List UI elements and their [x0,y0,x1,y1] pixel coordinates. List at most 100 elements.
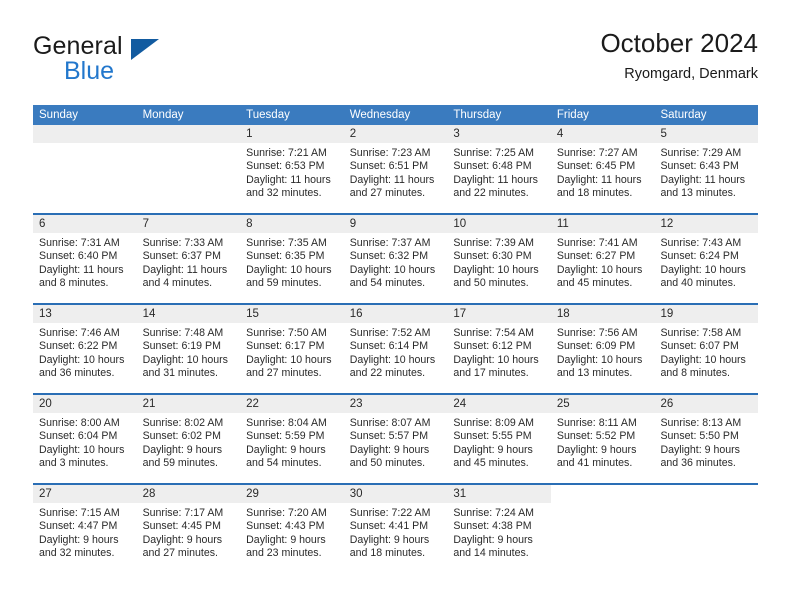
calendar-day-cell[interactable]: 31 Sunrise: 7:24 AM Sunset: 4:38 PM Dayligh… [447,485,551,573]
sunrise-text: Sunrise: 7:20 AM [246,507,327,519]
calendar-day-cell[interactable]: 6 Sunrise: 7:31 AM Sunset: 6:40 PM Daylight… [33,215,137,303]
calendar-day-cell[interactable]: 4 Sunrise: 7:27 AM Sunset: 6:45 PM Daylight… [550,125,655,213]
sunrise-text: Sunrise: 7:41 AM [556,237,638,249]
daylight-text: and 50 minutes. [453,277,529,290]
day-sun-details: Sunrise: 7:22 AM Sunset: 4:41 PM Daylight:… [344,503,448,561]
sunset-text: Sunset: 6:43 PM [660,160,739,173]
daylight-text: and 36 minutes. [660,457,736,470]
calendar-weeks: 1 Sunrise: 7:21 AM Sunset: 6:53 PM Daylight… [33,125,759,573]
daylight-text: Daylight: 11 hours [142,263,228,276]
calendar-day-cell[interactable]: 8 Sunrise: 7:35 AM Sunset: 6:35 PM Daylight… [240,215,344,303]
sunset-text: Sunset: 5:52 PM [556,430,636,443]
day-number: 14 [136,305,241,323]
calendar-grid: Sunday Monday Tuesday Wednesday Thursday Frid… [33,105,759,573]
day-number: 27 [33,485,137,503]
calendar-day-cell[interactable]: 28 Sunrise: 7:17 AM Sunset: 4:45 PM Dayligh… [136,485,241,573]
calendar-day-cell[interactable]: 7 Sunrise: 7:33 AM Sunset: 6:37 PM Daylight… [136,215,241,303]
day-sun-details: Sunrise: 7:27 AM Sunset: 6:45 PM Daylight:… [551,143,655,201]
calendar-week-row: 6 Sunrise: 7:31 AM Sunset: 6:40 PM Daylight… [33,213,759,303]
daylight-text: Daylight: 10 hours [142,353,228,366]
weekday-header-tuesday: Tuesday [246,109,290,121]
daylight-text: Daylight: 10 hours [453,353,539,366]
calendar-day-cell[interactable]: 27 Sunrise: 7:15 AM Sunset: 4:47 PM Dayligh… [33,485,137,573]
day-sun-details: Sunrise: 7:56 AM Sunset: 6:09 PM Daylight:… [551,323,655,381]
day-number [550,485,655,503]
calendar-day-cell[interactable]: 26 Sunrise: 8:13 AM Sunset: 5:50 PM Dayligh… [654,395,759,483]
sunset-text: Sunset: 6:35 PM [246,250,325,263]
calendar-day-cell[interactable]: 23 Sunrise: 8:07 AM Sunset: 5:57 PM Dayligh… [343,395,448,483]
calendar-day-cell[interactable]: 19 Sunrise: 7:58 AM Sunset: 6:07 PM Dayligh… [654,305,759,393]
calendar-day-cell[interactable]: 13 Sunrise: 7:46 AM Sunset: 6:22 PM Dayligh… [33,305,137,393]
sunrise-text: Sunrise: 8:04 AM [246,417,327,429]
calendar-day-cell[interactable]: 14 Sunrise: 7:48 AM Sunset: 6:19 PM Dayligh… [136,305,241,393]
daylight-text: Daylight: 10 hours [39,353,125,366]
calendar-day-cell[interactable]: 29 Sunrise: 7:20 AM Sunset: 4:43 PM Dayligh… [240,485,344,573]
sunset-text: Sunset: 6:24 PM [660,250,739,263]
daylight-text: Daylight: 11 hours [556,173,642,186]
day-number: 28 [136,485,241,503]
calendar-day-cell[interactable]: 15 Sunrise: 7:50 AM Sunset: 6:17 PM Dayligh… [240,305,344,393]
sunset-text: Sunset: 6:45 PM [556,160,636,173]
calendar-day-cell[interactable]: 21 Sunrise: 8:02 AM Sunset: 6:02 PM Dayligh… [136,395,241,483]
calendar-day-cell[interactable]: 1 Sunrise: 7:21 AM Sunset: 6:53 PM Daylight… [240,125,344,213]
sunset-text: Sunset: 5:57 PM [349,430,429,443]
day-sun-details: Sunrise: 7:21 AM Sunset: 6:53 PM Daylight:… [240,143,344,201]
day-number [136,125,241,143]
calendar-day-cell[interactable]: 5 Sunrise: 7:29 AM Sunset: 6:43 PM Daylight… [654,125,759,213]
daylight-text: and 54 minutes. [246,457,322,470]
day-number: 13 [33,305,137,323]
sunset-text: Sunset: 6:04 PM [39,430,118,443]
sunrise-text: Sunrise: 7:25 AM [453,147,534,159]
calendar-day-cell[interactable]: 12 Sunrise: 7:43 AM Sunset: 6:24 PM Dayligh… [654,215,759,303]
logo-triangle-icon [131,39,159,60]
sunset-text: Sunset: 6:17 PM [246,340,325,353]
calendar-day-cell[interactable]: 2 Sunrise: 7:23 AM Sunset: 6:51 PM Daylight… [343,125,448,213]
day-number: 10 [447,215,551,233]
day-sun-details: Sunrise: 7:41 AM Sunset: 6:27 PM Daylight:… [551,233,655,291]
calendar-day-cell[interactable]: 11 Sunrise: 7:41 AM Sunset: 6:27 PM Dayligh… [550,215,655,303]
daylight-text: and 50 minutes. [349,457,426,470]
day-number: 7 [136,215,241,233]
day-number: 26 [654,395,759,413]
daylight-text: and 14 minutes. [453,547,529,560]
calendar-day-cell[interactable]: 16 Sunrise: 7:52 AM Sunset: 6:14 PM Dayligh… [343,305,448,393]
sunset-text: Sunset: 6:19 PM [142,340,221,353]
calendar-day-cell[interactable]: 9 Sunrise: 7:37 AM Sunset: 6:32 PM Daylight… [343,215,448,303]
calendar-day-cell[interactable]: 25 Sunrise: 8:11 AM Sunset: 5:52 PM Dayligh… [550,395,655,483]
daylight-text: Daylight: 10 hours [349,263,436,276]
day-sun-details: Sunrise: 7:54 AM Sunset: 6:12 PM Daylight:… [447,323,551,381]
day-sun-details: Sunrise: 7:17 AM Sunset: 4:45 PM Daylight:… [137,503,241,561]
sunrise-text: Sunrise: 7:22 AM [349,507,431,519]
day-number [33,125,137,143]
calendar-day-cell[interactable]: 3 Sunrise: 7:25 AM Sunset: 6:48 PM Daylight… [447,125,551,213]
sunrise-text: Sunrise: 7:21 AM [246,147,327,159]
sunrise-text: Sunrise: 7:23 AM [349,147,431,159]
day-number: 6 [33,215,137,233]
sunset-text: Sunset: 6:48 PM [453,160,532,173]
daylight-text: and 40 minutes. [660,277,736,290]
sunrise-text: Sunrise: 7:29 AM [660,147,742,159]
weekday-header-monday: Monday [142,109,184,121]
daylight-text: Daylight: 9 hours [453,533,533,546]
day-number: 8 [240,215,344,233]
day-sun-details: Sunrise: 7:37 AM Sunset: 6:32 PM Daylight:… [344,233,448,291]
sunrise-text: Sunrise: 7:31 AM [39,237,120,249]
daylight-text: Daylight: 9 hours [246,533,326,546]
calendar-day-cell[interactable]: 17 Sunrise: 7:54 AM Sunset: 6:12 PM Dayligh… [447,305,551,393]
daylight-text: and 8 minutes. [39,277,109,290]
calendar-day-cell[interactable]: 18 Sunrise: 7:56 AM Sunset: 6:09 PM Dayligh… [550,305,655,393]
calendar-day-cell[interactable]: 10 Sunrise: 7:39 AM Sunset: 6:30 PM Dayligh… [447,215,551,303]
calendar-day-cell[interactable]: 20 Sunrise: 8:00 AM Sunset: 6:04 PM Dayligh… [33,395,137,483]
daylight-text: and 23 minutes. [246,547,322,560]
calendar-week-row: 1 Sunrise: 7:21 AM Sunset: 6:53 PM Daylight… [33,125,759,213]
day-number [654,485,759,503]
sunrise-text: Sunrise: 7:24 AM [453,507,534,519]
page-header: General Blue October 2024 Ryomgard, Denm… [33,26,758,94]
calendar-day-cell[interactable]: 30 Sunrise: 7:22 AM Sunset: 4:41 PM Dayligh… [343,485,448,573]
calendar-week-row: 27 Sunrise: 7:15 AM Sunset: 4:47 PM Dayligh… [33,483,759,573]
calendar-day-cell[interactable]: 24 Sunrise: 8:09 AM Sunset: 5:55 PM Dayligh… [447,395,551,483]
calendar-day-cell[interactable]: 22 Sunrise: 8:04 AM Sunset: 5:59 PM Dayligh… [240,395,344,483]
daylight-text: and 22 minutes. [349,367,426,380]
day-number: 16 [343,305,448,323]
day-number: 29 [240,485,344,503]
